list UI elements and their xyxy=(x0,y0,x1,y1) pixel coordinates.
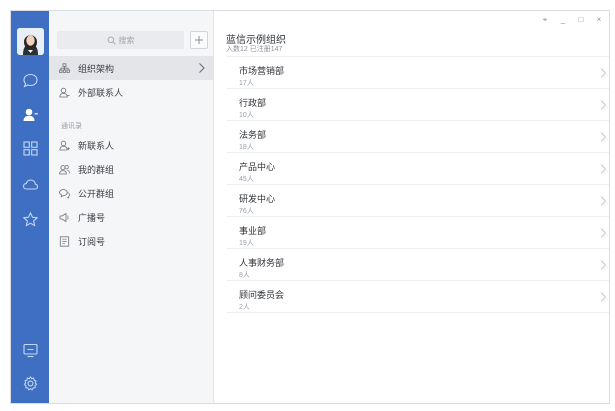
department-name: 法务部 xyxy=(239,130,267,140)
department-member-count: 45人 xyxy=(239,176,254,183)
department-member-count: 18人 xyxy=(239,144,254,151)
close-button[interactable]: × xyxy=(595,15,603,25)
subscription-icon xyxy=(59,235,70,247)
chevron-right-icon xyxy=(600,228,607,238)
pin-button[interactable]: ⌖ xyxy=(541,15,549,25)
contacts-pane: 搜索 组织架构 外部联系人 通讯录 新联系人 我的群组 公开群组 广播号 订阅号 xyxy=(49,11,214,403)
department-member-count: 76人 xyxy=(239,208,254,215)
search-placeholder: 搜索 xyxy=(118,35,135,45)
section-label: 通讯录 xyxy=(61,123,82,130)
nav-item-label: 外部联系人 xyxy=(78,87,124,98)
department-row[interactable]: 市场营销部 17人 xyxy=(227,56,609,89)
department-name: 人事财务部 xyxy=(239,258,285,268)
department-member-count: 2人 xyxy=(239,304,250,311)
chevron-right-icon xyxy=(199,63,205,73)
search-input[interactable]: 搜索 xyxy=(57,31,184,49)
nav-item-broadcast[interactable]: 广播号 xyxy=(49,205,214,229)
department-member-count: 17人 xyxy=(239,80,254,87)
department-row[interactable]: 顾问委员会 2人 xyxy=(227,280,609,313)
chevron-right-icon xyxy=(600,292,607,302)
chevron-right-icon xyxy=(600,260,607,270)
department-name: 行政部 xyxy=(239,98,267,108)
contacts-icon[interactable] xyxy=(18,102,42,126)
screen-icon[interactable] xyxy=(18,338,42,362)
nav-item-my-groups[interactable]: 我的群组 xyxy=(49,157,214,181)
nav-item-new-contacts[interactable]: 新联系人 xyxy=(49,133,214,157)
department-name: 顾问委员会 xyxy=(239,290,285,300)
star-icon[interactable] xyxy=(18,207,42,231)
department-member-count: 19人 xyxy=(239,240,254,247)
department-member-count: 10人 xyxy=(239,112,254,119)
department-name: 研发中心 xyxy=(239,194,276,204)
nav-item-label: 广播号 xyxy=(78,212,106,223)
department-list: 市场营销部 17人行政部 10人法务部 18人产品中心 45人研发中心 76人事业部 19人… xyxy=(227,56,609,313)
department-name: 事业部 xyxy=(239,226,267,236)
org-chart-icon xyxy=(59,62,70,73)
maximize-button[interactable]: □ xyxy=(577,15,585,25)
department-row[interactable]: 研发中心 76人 xyxy=(227,184,609,217)
cloud-icon[interactable] xyxy=(18,172,42,196)
main-pane: ⌖ _ □ × 蓝信示例组织 入数12 已注册147 市场营销部 17人 行政部 10… xyxy=(214,11,609,403)
department-row[interactable]: 行政部 10人 xyxy=(227,88,609,121)
window-controls: ⌖ _ □ × xyxy=(541,15,603,25)
nav-item-label: 公开群组 xyxy=(78,188,115,199)
minimize-button[interactable]: _ xyxy=(559,15,567,25)
chevron-right-icon xyxy=(600,132,607,142)
nav-item-external-contacts[interactable]: 外部联系人 xyxy=(49,80,214,104)
add-button[interactable] xyxy=(190,31,208,49)
department-name: 产品中心 xyxy=(239,162,276,172)
nav-item-label: 我的群组 xyxy=(78,164,115,175)
chevron-right-icon xyxy=(600,100,607,110)
plus-icon xyxy=(195,36,203,44)
chat-icon[interactable] xyxy=(18,68,42,92)
department-row[interactable]: 事业部 19人 xyxy=(227,216,609,249)
chevron-right-icon xyxy=(600,196,607,206)
person-icon xyxy=(59,87,70,97)
nav-item-label: 新联系人 xyxy=(78,140,115,151)
member-stats: 入数12 已注册147 xyxy=(226,46,283,53)
add-person-icon xyxy=(59,140,70,150)
avatar[interactable] xyxy=(17,28,44,55)
settings-icon[interactable] xyxy=(18,371,42,395)
nav-item-org[interactable]: 组织架构 xyxy=(49,56,214,80)
department-name: 市场营销部 xyxy=(239,66,285,76)
department-row[interactable]: 法务部 18人 xyxy=(227,120,609,153)
nav-item-public-groups[interactable]: 公开群组 xyxy=(49,181,214,205)
department-member-count: 8人 xyxy=(239,272,250,279)
apps-icon[interactable] xyxy=(18,136,42,160)
nav-item-subscription[interactable]: 订阅号 xyxy=(49,229,214,253)
app-window: 搜索 组织架构 外部联系人 通讯录 新联系人 我的群组 公开群组 广播号 订阅号… xyxy=(10,10,610,404)
nav-item-label: 组织架构 xyxy=(78,63,115,74)
department-row[interactable]: 产品中心 45人 xyxy=(227,152,609,185)
chevron-right-icon xyxy=(600,68,607,78)
chevron-right-icon xyxy=(600,164,607,174)
group-icon xyxy=(59,164,70,174)
sidebar-rail xyxy=(11,11,49,403)
nav-item-label: 订阅号 xyxy=(78,236,106,247)
department-row[interactable]: 人事财务部 8人 xyxy=(227,248,609,281)
search-icon xyxy=(107,36,116,45)
chat-bubbles-icon xyxy=(59,188,70,199)
megaphone-icon xyxy=(59,212,69,222)
